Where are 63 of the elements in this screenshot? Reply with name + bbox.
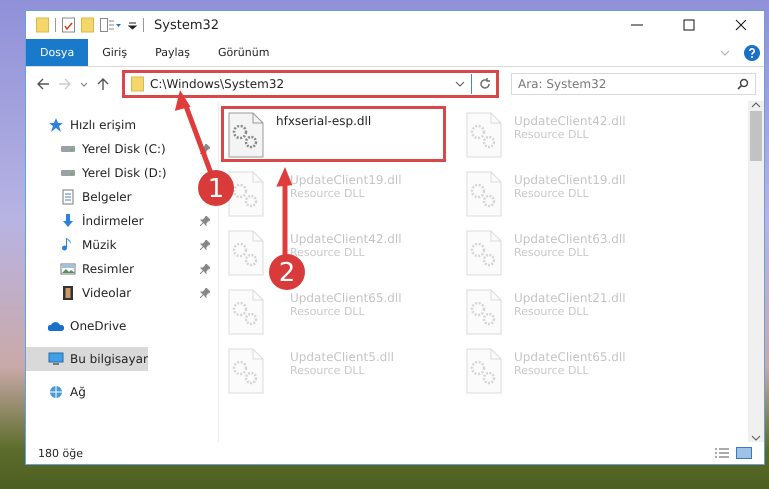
pin-icon[interactable] [200,216,210,226]
help-icon[interactable] [744,44,760,60]
close-icon [735,19,747,31]
sidebar-item[interactable]: Belgeler [60,185,132,209]
pin-icon[interactable] [200,264,210,274]
chevron-down-icon[interactable] [455,81,465,87]
ribbon-tab[interactable]: Dosya [26,39,88,66]
scrollbar[interactable] [748,101,764,442]
view-options-icon [100,18,122,32]
settings-file-icon [228,348,264,394]
settings-file-icon [228,171,264,217]
sidebar-item[interactable]: OneDrive [48,314,126,338]
download-icon [60,213,76,229]
scroll-down-icon[interactable] [751,434,761,442]
settings-file-icon [466,171,502,217]
sidebar-item[interactable]: Yerel Disk (D:) [60,161,167,185]
sidebar-item[interactable]: Ağ [48,380,86,404]
network-icon [48,384,64,400]
settings-file-icon [228,289,264,335]
scroll-up-icon[interactable] [751,101,761,109]
new-folder-icon [81,17,94,33]
sidebar-item[interactable]: Hızlı erişim [48,113,136,137]
file-name[interactable]: hfxserial-esp.dll [276,114,372,128]
settings-file-icon [466,112,502,158]
sidebar-item[interactable]: İndirmeler [60,209,144,233]
document-icon [60,189,76,205]
settings-file-icon [228,112,264,158]
pin-icon[interactable] [200,144,210,154]
folder-icon [131,76,144,92]
pin-icon[interactable] [200,240,210,250]
computer-icon [48,351,64,367]
item-count: 180 öğe [38,446,84,460]
settings-file-icon [466,348,502,394]
large-icons-view-icon[interactable] [736,447,752,459]
maximize-icon [683,19,695,31]
sidebar-item[interactable]: Müzik [60,233,117,257]
sidebar-item[interactable]: Videolar [60,281,132,305]
scrollbar-thumb[interactable] [750,111,762,161]
refresh-icon[interactable] [478,77,492,91]
step-number-badge: 1 [198,170,234,206]
folder-icon [36,17,49,33]
address-bar[interactable]: C:\Windows\System32 [122,70,499,98]
ribbon-tab[interactable]: Görünüm [204,39,284,66]
star-icon [48,117,64,133]
customize-caret-icon [128,20,137,30]
window-title: System32 [154,18,220,32]
settings-file-icon [466,230,502,276]
sidebar-item[interactable]: Yerel Disk (C:) [60,137,166,161]
drive-icon [60,146,76,152]
drive-icon [60,170,76,176]
search-icon [737,78,749,90]
sidebar-item[interactable]: Bu bilgisayar [26,347,148,371]
settings-file-icon [228,230,264,276]
pin-icon[interactable] [200,288,210,298]
ribbon-tab[interactable]: Giriş [88,39,142,66]
ribbon-tab[interactable]: Paylaş [141,39,204,66]
picture-icon [60,261,76,277]
film-icon [60,285,76,301]
details-view-icon[interactable] [714,447,730,459]
properties-icon [62,17,75,33]
sidebar-item[interactable]: Resimler [60,257,134,281]
settings-file-icon [466,289,502,335]
search-field[interactable]: Ara: System32 [511,73,756,95]
